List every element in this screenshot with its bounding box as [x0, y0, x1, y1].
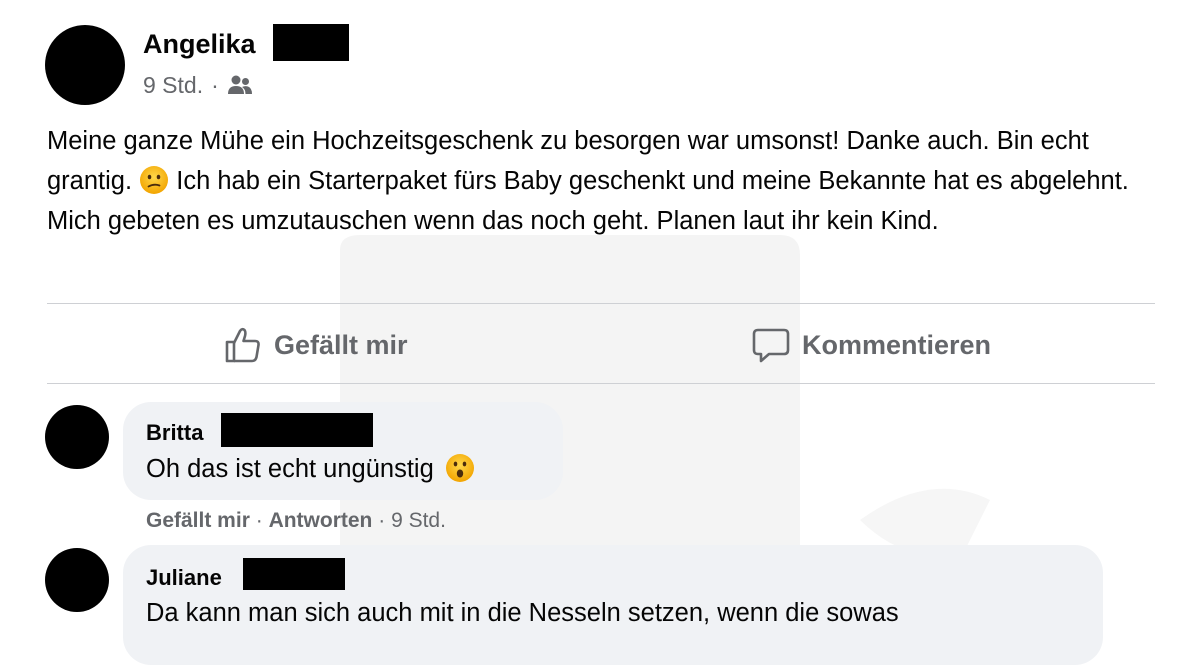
post-meta: 9 Std. ·: [143, 70, 253, 100]
post-author-name[interactable]: Angelika: [143, 27, 256, 61]
comment-button[interactable]: Kommentieren: [752, 323, 991, 367]
speech-bubble-icon: [752, 328, 790, 363]
divider-bottom: [47, 383, 1155, 384]
comment-text: Oh das ist echt ungünstig: [146, 452, 475, 486]
divider-top: [47, 303, 1155, 304]
redacted-surname: [221, 413, 373, 447]
comment-actions: Gefällt mir · Antworten · 9 Std.: [146, 507, 446, 535]
comment-author-name[interactable]: Britta: [146, 419, 203, 447]
confused-face-emoji: [140, 166, 169, 194]
comment-avatar[interactable]: [45, 548, 109, 612]
meta-separator: ·: [211, 72, 219, 98]
comment-reply-link[interactable]: Antworten: [269, 509, 373, 532]
redacted-surname: [273, 24, 349, 61]
comment-text: Da kann man sich auch mit in die Nesseln…: [146, 599, 899, 627]
like-button-label: Gefällt mir: [274, 329, 408, 360]
comment-text-body: Oh das ist echt ungünstig: [146, 455, 434, 483]
post-text: Meine ganze Mühe ein Hochzeitsgeschenk z…: [47, 121, 1147, 241]
astonished-face-emoji: [445, 454, 474, 482]
comment-author-name[interactable]: Juliane: [146, 564, 222, 592]
redacted-surname: [243, 558, 345, 590]
friends-icon: [227, 75, 252, 94]
comment-avatar[interactable]: [45, 405, 109, 469]
comment-time[interactable]: 9 Std.: [391, 509, 446, 532]
thumbs-up-icon: [225, 327, 260, 363]
comment-like-link[interactable]: Gefällt mir: [146, 509, 250, 532]
comment-button-label: Kommentieren: [802, 329, 992, 360]
post-text-part2: Ich hab ein Starterpaket fürs Baby gesch…: [47, 167, 1129, 235]
post-author-avatar[interactable]: [45, 25, 125, 105]
action-separator: ·: [378, 509, 386, 532]
action-separator: ·: [255, 509, 263, 532]
post-time[interactable]: 9 Std.: [143, 70, 203, 100]
like-button[interactable]: Gefällt mir: [224, 323, 408, 367]
